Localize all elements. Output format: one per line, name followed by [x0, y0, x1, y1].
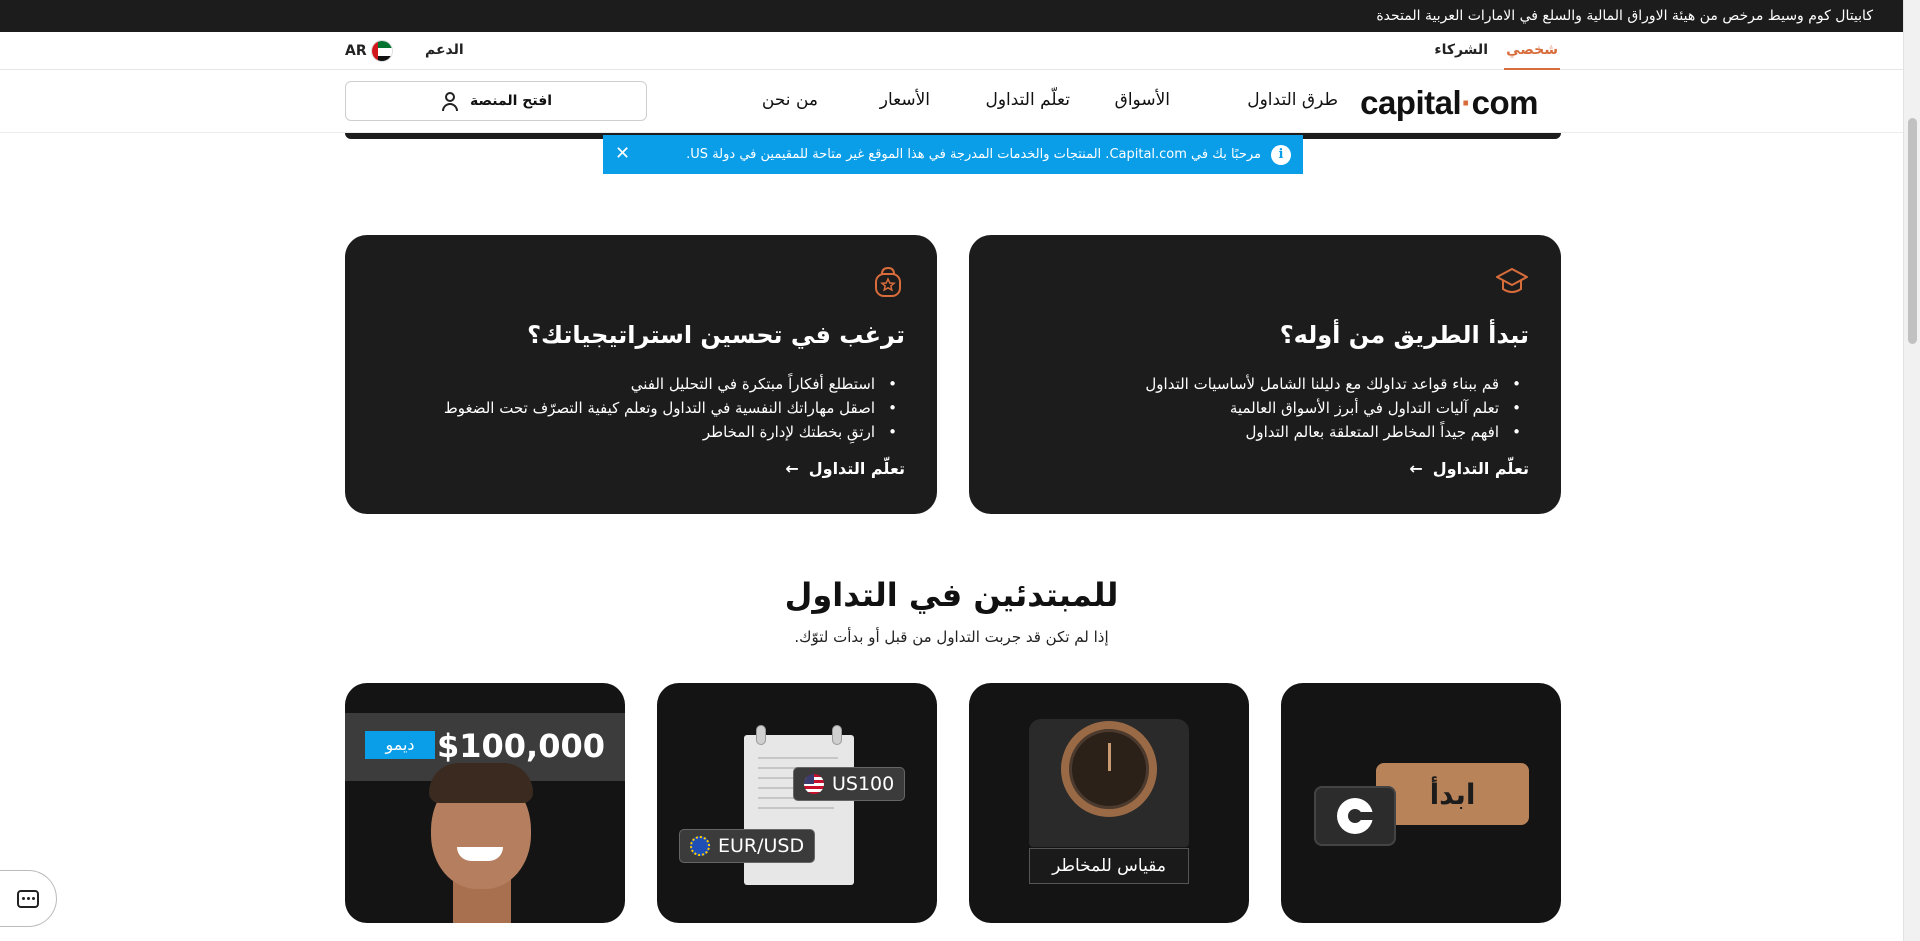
risk-meter-label: مقياس للمخاطر [1029, 848, 1189, 884]
tile-risk-meter[interactable]: مقياس للمخاطر [969, 683, 1249, 923]
card-bullet: تعلم آليات التداول في أبرز الأسواق العال… [1145, 396, 1529, 420]
logo-text-main: capital [1360, 84, 1462, 121]
card-bullet: اصقل مهاراتك النفسية في التداول وتعلم كي… [444, 396, 905, 420]
card-bullet: ارتقِ بخطتك لإدارة المخاطر [444, 420, 905, 444]
link-label: تعلّم التداول [808, 459, 905, 478]
open-platform-label: افتح المنصة [469, 93, 553, 109]
chat-bubble-icon [17, 889, 39, 908]
ticker-label: US100 [832, 773, 895, 795]
person-smile [457, 847, 503, 861]
nav-trading-ways[interactable]: طرق التداول [1247, 90, 1338, 110]
close-icon[interactable]: ✕ [615, 143, 630, 164]
card-bullet: افهم جيداً المخاطر المتعلقة بعالم التداو… [1145, 420, 1529, 444]
card-bullets: قم ببناء قواعد تداولك مع دليلنا الشامل ل… [1145, 372, 1529, 444]
ticker-us100: US100 [793, 767, 906, 801]
card-bullet: قم ببناء قواعد تداولك مع دليلنا الشامل ل… [1145, 372, 1529, 396]
demo-badge: ديمو [365, 731, 435, 759]
tile-markets[interactable]: US100 EUR/USD [657, 683, 937, 923]
card-title: ترغب في تحسين استراتيجياتك؟ [527, 321, 905, 349]
tile-demo-account[interactable]: ديمو $100,000 [345, 683, 625, 923]
eu-flag-icon [690, 836, 710, 856]
demo-amount: $100,000 [436, 727, 605, 765]
graduation-cap-icon [1496, 268, 1528, 293]
info-icon: i [1271, 144, 1291, 165]
card-beginner-path: تبدأ الطريق من أوله؟ قم ببناء قواعد تداو… [969, 235, 1561, 514]
capital-c-logo-icon [1314, 786, 1396, 846]
nav-about-us[interactable]: من نحن [762, 90, 818, 110]
secondary-nav: شخصي الشركاء الدعم AR [0, 32, 1903, 70]
kettlebell-star-icon [875, 266, 901, 297]
card-bullet: استطلع أفكاراً مبتكرة في التحليل الفني [444, 372, 905, 396]
regulatory-text: كابيتال كوم وسيط مرخص من هيئة الاوراق ال… [1376, 8, 1873, 24]
user-icon [440, 91, 460, 111]
arrow-left-icon: ← [1409, 459, 1423, 478]
card-title: تبدأ الطريق من أوله؟ [1279, 321, 1529, 349]
beginners-section-title: للمبتدئين في التداول [784, 576, 1119, 614]
nav-learn-trading[interactable]: تعلّم التداول [985, 90, 1070, 110]
logo-text-end: com [1471, 84, 1539, 121]
info-banner: i مرحبًا بك في Capital.com. المنتجات وال… [603, 135, 1303, 174]
ticker-eurusd: EUR/USD [679, 829, 816, 863]
arrow-left-icon: ← [785, 459, 799, 478]
language-selector[interactable]: AR [345, 40, 393, 62]
tab-partners[interactable]: الشركاء [1434, 32, 1488, 70]
main-nav: capital·com طرق التداول الأسواق تعلّم ال… [0, 70, 1903, 133]
logo-dot: · [1461, 84, 1472, 121]
support-link[interactable]: الدعم [425, 32, 464, 68]
beginners-section-subtitle: إذا لم تكن قد جربت التداول من قبل أو بدأ… [794, 628, 1109, 646]
uae-flag-icon [370, 40, 393, 62]
card-bullets: استطلع أفكاراً مبتكرة في التحليل الفني ا… [444, 372, 905, 444]
nav-markets[interactable]: الأسواق [1115, 90, 1170, 110]
person-hair [429, 763, 533, 803]
ticker-label: EUR/USD [718, 835, 805, 857]
chat-widget-button[interactable] [0, 870, 57, 927]
card-improve-strategies: ترغب في تحسين استراتيجياتك؟ استطلع أفكار… [345, 235, 937, 514]
link-label: تعلّم التداول [1432, 459, 1529, 478]
capital-logo[interactable]: capital·com [1360, 84, 1538, 122]
regulatory-bar: كابيتال كوم وسيط مرخص من هيئة الاوراق ال… [0, 0, 1903, 32]
scrollbar-thumb[interactable] [1908, 118, 1917, 344]
tile-start[interactable]: ابدأ [1281, 683, 1561, 923]
learn-trading-link[interactable]: تعلّم التداول ← [1409, 459, 1529, 478]
gauge-icon [1061, 721, 1157, 817]
language-code: AR [345, 43, 367, 59]
open-platform-button[interactable]: افتح المنصة [345, 81, 647, 121]
tab-personal[interactable]: شخصي [1504, 32, 1560, 70]
start-label: ابدأ [1376, 763, 1529, 825]
nav-prices[interactable]: الأسعار [880, 90, 930, 110]
us-flag-icon [804, 774, 824, 794]
banner-text: مرحبًا بك في Capital.com. المنتجات والخد… [686, 147, 1261, 162]
learn-trading-link[interactable]: تعلّم التداول ← [785, 459, 905, 478]
page-scrollbar[interactable] [1903, 0, 1920, 941]
